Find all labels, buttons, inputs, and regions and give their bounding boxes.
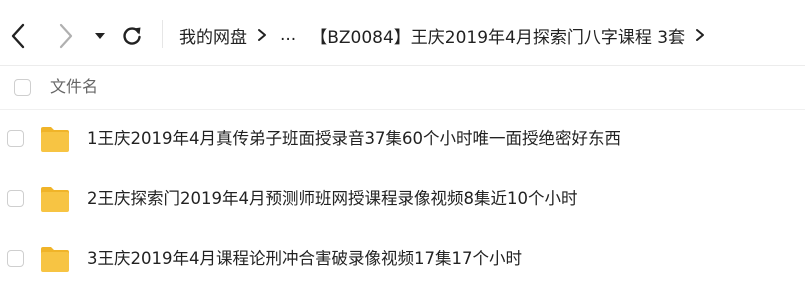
- file-list-header: 文件名: [0, 66, 805, 110]
- breadcrumb-current[interactable]: 【BZ0084】王庆2019年4月探索门八字课程 3套: [310, 23, 685, 48]
- breadcrumb-root[interactable]: 我的网盘: [179, 23, 247, 48]
- folder-icon: [41, 127, 69, 152]
- navigation-toolbar: 我的网盘 ... 【BZ0084】王庆2019年4月探索门八字课程 3套: [0, 0, 805, 66]
- row-checkbox[interactable]: [7, 130, 24, 147]
- back-button[interactable]: [6, 22, 30, 50]
- folder-icon: [41, 247, 69, 272]
- row-checkbox[interactable]: [7, 250, 24, 267]
- file-row[interactable]: 1王庆2019年4月真传弟子班面授录音37集60个小时唯一面授绝密好东西: [0, 110, 805, 170]
- toolbar-divider: [162, 20, 163, 48]
- file-row[interactable]: 3王庆2019年4月课程论刑冲合害破录像视频17集17个小时: [0, 230, 805, 290]
- file-name[interactable]: 1王庆2019年4月真传弟子班面授录音37集60个小时唯一面授绝密好东西: [87, 128, 621, 150]
- select-all-checkbox[interactable]: [14, 79, 31, 96]
- column-header-filename[interactable]: 文件名: [50, 76, 98, 98]
- breadcrumb-separator-icon: [257, 28, 267, 42]
- breadcrumb-separator-icon: [695, 28, 705, 42]
- refresh-icon: [123, 27, 141, 45]
- history-dropdown-button[interactable]: [92, 28, 108, 44]
- refresh-button[interactable]: [119, 23, 145, 49]
- file-row[interactable]: 2王庆探索门2019年4月预测师班网授课程录像视频8集近10个小时: [0, 170, 805, 230]
- folder-icon: [41, 187, 69, 212]
- forward-button[interactable]: [54, 22, 78, 50]
- row-checkbox[interactable]: [7, 190, 24, 207]
- file-name[interactable]: 2王庆探索门2019年4月预测师班网授课程录像视频8集近10个小时: [87, 188, 577, 210]
- file-name[interactable]: 3王庆2019年4月课程论刑冲合害破录像视频17集17个小时: [87, 248, 522, 270]
- chevron-left-icon: [11, 23, 25, 49]
- breadcrumb: 我的网盘 ... 【BZ0084】王庆2019年4月探索门八字课程 3套: [179, 20, 715, 50]
- caret-down-icon: [95, 33, 105, 39]
- chevron-right-icon: [59, 23, 73, 49]
- breadcrumb-ellipsis[interactable]: ...: [280, 25, 296, 45]
